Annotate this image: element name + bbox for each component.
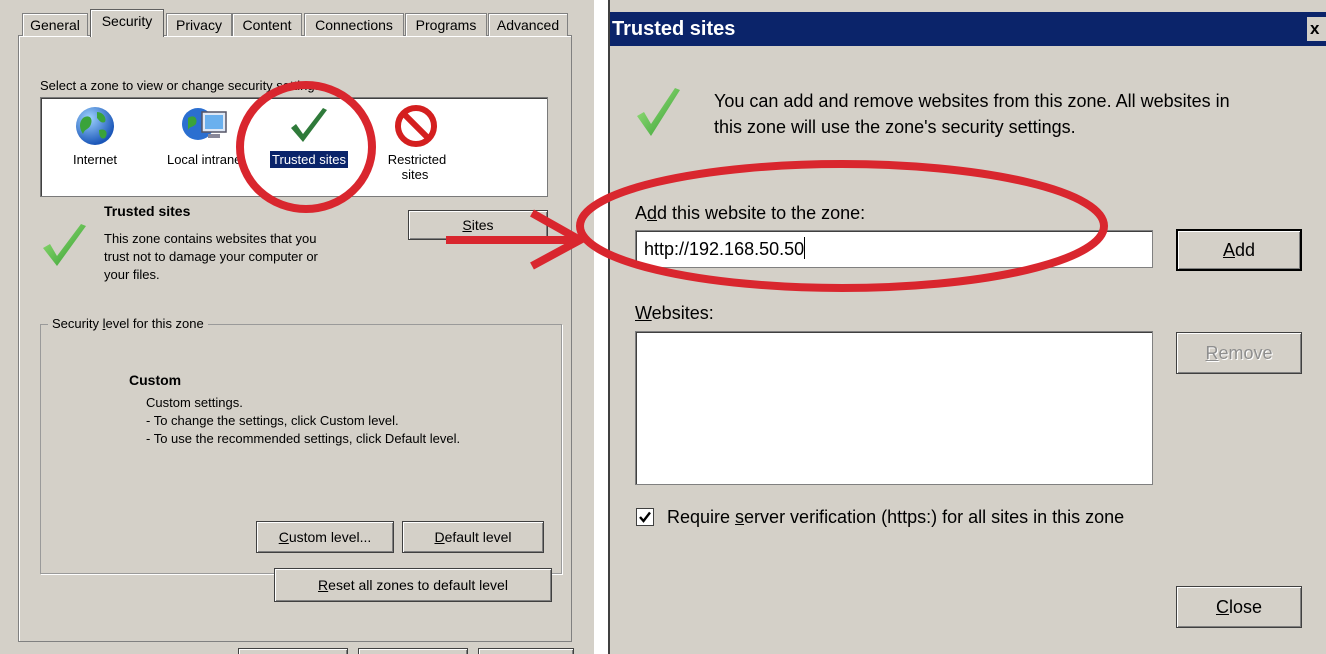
trusted-check-icon	[43, 224, 86, 266]
zone-internet-label: Internet	[72, 152, 118, 167]
zone-trusted-sites-label: Trusted sites	[269, 150, 349, 169]
zone-restricted-sites-label: Restricted sites	[387, 152, 447, 182]
zone-info-description: This zone contains websites that you tru…	[104, 231, 318, 282]
tab-content[interactable]: Content	[232, 13, 302, 36]
default-level-button[interactable]: Default level	[402, 521, 544, 553]
add-button[interactable]: Add	[1176, 229, 1302, 271]
close-icon[interactable]: x	[1307, 17, 1326, 41]
security-level-description: Custom settings. - To change the setting…	[146, 395, 461, 446]
zone-trusted-sites[interactable]: Trusted sites	[261, 104, 357, 169]
cancel-button-partial[interactable]	[358, 648, 468, 654]
custom-level-button[interactable]: Custom level...	[256, 521, 394, 553]
remove-button: Remove	[1176, 332, 1302, 374]
zone-internet[interactable]: Internet	[59, 104, 131, 167]
sites-button[interactable]: Sites	[408, 210, 548, 240]
trusted-check-icon	[637, 88, 680, 136]
close-button[interactable]: Close	[1176, 586, 1302, 628]
websites-list[interactable]	[635, 331, 1153, 485]
reset-all-zones-button[interactable]: Reset all zones to default level	[274, 568, 552, 602]
website-url-input[interactable]: http://192.168.50.50	[635, 230, 1153, 268]
dialog-title-bar: Trusted sites	[610, 12, 1326, 46]
add-website-label: Add this website to the zone:	[635, 203, 866, 223]
restricted-icon	[395, 105, 437, 147]
dialog-title: Trusted sites	[612, 18, 736, 40]
checkmark-glyph-icon	[639, 511, 651, 523]
tab-security[interactable]: Security	[90, 9, 164, 37]
tab-general[interactable]: General	[22, 13, 88, 36]
websites-label: Websites:	[635, 303, 714, 323]
tab-connections[interactable]: Connections	[304, 13, 404, 36]
checkmark-icon	[291, 108, 327, 142]
security-level-name: Custom	[129, 372, 182, 388]
zone-description: You can add and remove websites from thi…	[714, 91, 1230, 137]
intranet-icon	[182, 108, 227, 140]
apply-button-partial[interactable]	[478, 648, 574, 654]
tab-privacy[interactable]: Privacy	[166, 13, 232, 36]
zone-prompt: Select a zone to view or change security…	[40, 78, 325, 93]
tab-advanced[interactable]: Advanced	[488, 13, 568, 36]
require-https-checkbox[interactable]	[636, 508, 654, 526]
globe-icon	[76, 107, 114, 145]
zone-restricted-sites[interactable]: Restricted sites	[373, 104, 459, 182]
zone-local-intranet[interactable]: Local intranet	[149, 104, 263, 167]
internet-options-dialog: General Security Privacy Content Connect…	[0, 0, 594, 654]
zone-list: Internet Local intranet Trusted sites Re…	[40, 97, 548, 197]
ok-button-partial[interactable]	[238, 648, 348, 654]
zone-info-title: Trusted sites	[104, 203, 191, 219]
security-level-legend: Security level for this zone	[48, 316, 208, 331]
tab-programs[interactable]: Programs	[405, 13, 487, 36]
trusted-sites-dialog: Trusted sites x You can add and remove w…	[608, 0, 1326, 654]
zone-local-intranet-label: Local intranet	[166, 152, 246, 167]
require-https-label[interactable]: Require server verification (https:) for…	[667, 504, 1124, 530]
